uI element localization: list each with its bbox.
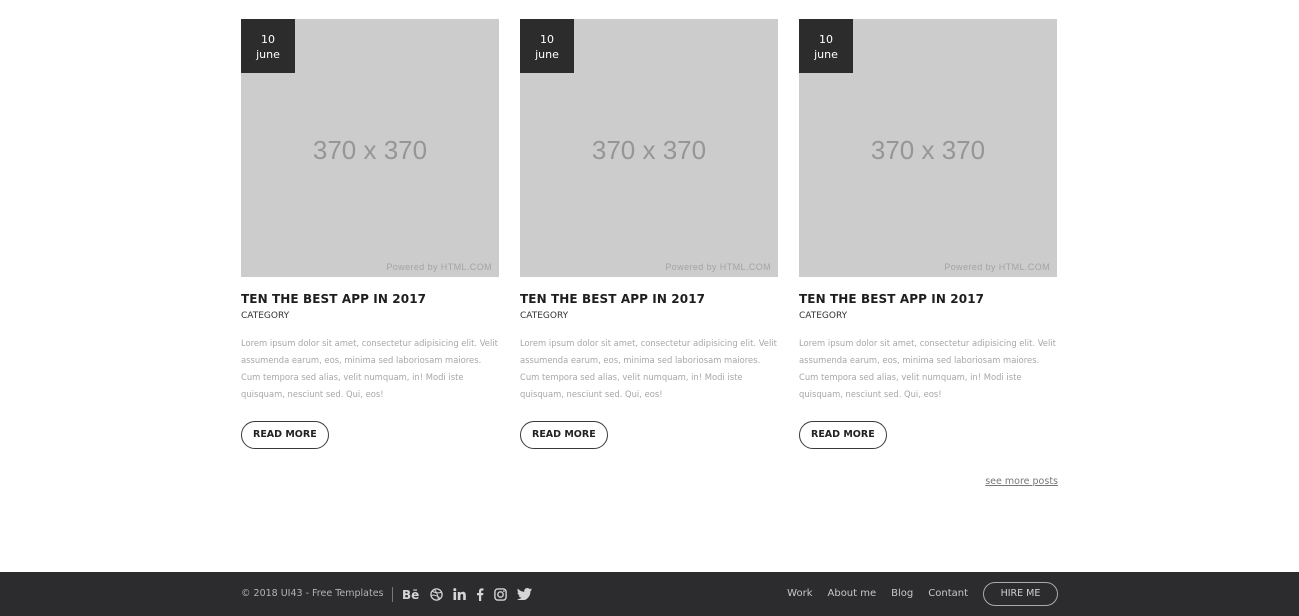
post-category[interactable]: CATEGORY — [241, 311, 499, 321]
nav-link-work[interactable]: Work — [787, 588, 812, 599]
date-month: june — [535, 48, 559, 61]
site-footer: © 2018 UI43 - Free Templates Bē Work Abo… — [0, 572, 1299, 616]
read-more-button[interactable]: READ MORE — [241, 421, 329, 449]
read-more-button[interactable]: READ MORE — [799, 421, 887, 449]
dribbble-icon[interactable] — [430, 584, 443, 604]
post-title[interactable]: TEN THE BEST APP IN 2017 — [799, 292, 1057, 306]
twitter-icon[interactable] — [517, 584, 532, 604]
nav-link-blog[interactable]: Blog — [891, 588, 913, 599]
post-category[interactable]: CATEGORY — [799, 311, 1057, 321]
instagram-icon[interactable] — [494, 584, 507, 604]
post-excerpt: Lorem ipsum dolor sit amet, consectetur … — [520, 338, 777, 399]
post-card: 10 june 370 x 370 Powered by HTML.COM TE… — [799, 19, 1057, 449]
behance-icon[interactable]: Bē — [402, 584, 420, 604]
nav-link-contact[interactable]: Contant — [928, 588, 968, 599]
post-title[interactable]: TEN THE BEST APP IN 2017 — [241, 292, 499, 306]
nav-link-about-me[interactable]: About me — [828, 588, 877, 599]
footer-nav: Work About me Blog Contant — [772, 588, 968, 599]
svg-text:Bē: Bē — [402, 588, 419, 600]
date-badge: 10 june — [520, 19, 574, 73]
image-size-label: 370 x 370 — [870, 135, 986, 165]
read-more-button[interactable]: READ MORE — [520, 421, 608, 449]
date-month: june — [814, 48, 838, 61]
facebook-icon[interactable] — [476, 584, 484, 604]
image-credit: Powered by HTML.COM — [665, 262, 771, 272]
post-title[interactable]: TEN THE BEST APP IN 2017 — [520, 292, 778, 306]
date-day: 10 — [261, 33, 275, 46]
footer-divider — [392, 587, 393, 602]
date-month: june — [256, 48, 280, 61]
see-more-posts-link[interactable]: see more posts — [985, 476, 1058, 487]
linkedin-icon[interactable] — [453, 584, 466, 604]
copyright-text: © 2018 UI43 - Free Templates — [241, 588, 384, 599]
image-credit: Powered by HTML.COM — [386, 262, 492, 272]
date-badge: 10 june — [241, 19, 295, 73]
post-card: 10 june 370 x 370 Powered by HTML.COM TE… — [520, 19, 778, 449]
post-excerpt: Lorem ipsum dolor sit amet, consectetur … — [799, 338, 1056, 399]
post-category[interactable]: CATEGORY — [520, 311, 778, 321]
post-image[interactable]: 10 june 370 x 370 Powered by HTML.COM — [241, 19, 499, 277]
image-credit: Powered by HTML.COM — [944, 262, 1050, 272]
hire-me-button[interactable]: HIRE ME — [983, 582, 1058, 606]
post-card: 10 june 370 x 370 Powered by HTML.COM TE… — [241, 19, 499, 449]
date-day: 10 — [540, 33, 554, 46]
post-image[interactable]: 10 june 370 x 370 Powered by HTML.COM — [520, 19, 778, 277]
image-size-label: 370 x 370 — [312, 135, 428, 165]
date-badge: 10 june — [799, 19, 853, 73]
image-size-label: 370 x 370 — [591, 135, 707, 165]
date-day: 10 — [819, 33, 833, 46]
post-excerpt: Lorem ipsum dolor sit amet, consectetur … — [241, 338, 498, 399]
social-links: Bē — [402, 584, 542, 604]
blog-page: 10 june 370 x 370 Powered by HTML.COM TE… — [0, 0, 1299, 616]
post-image[interactable]: 10 june 370 x 370 Powered by HTML.COM — [799, 19, 1057, 277]
